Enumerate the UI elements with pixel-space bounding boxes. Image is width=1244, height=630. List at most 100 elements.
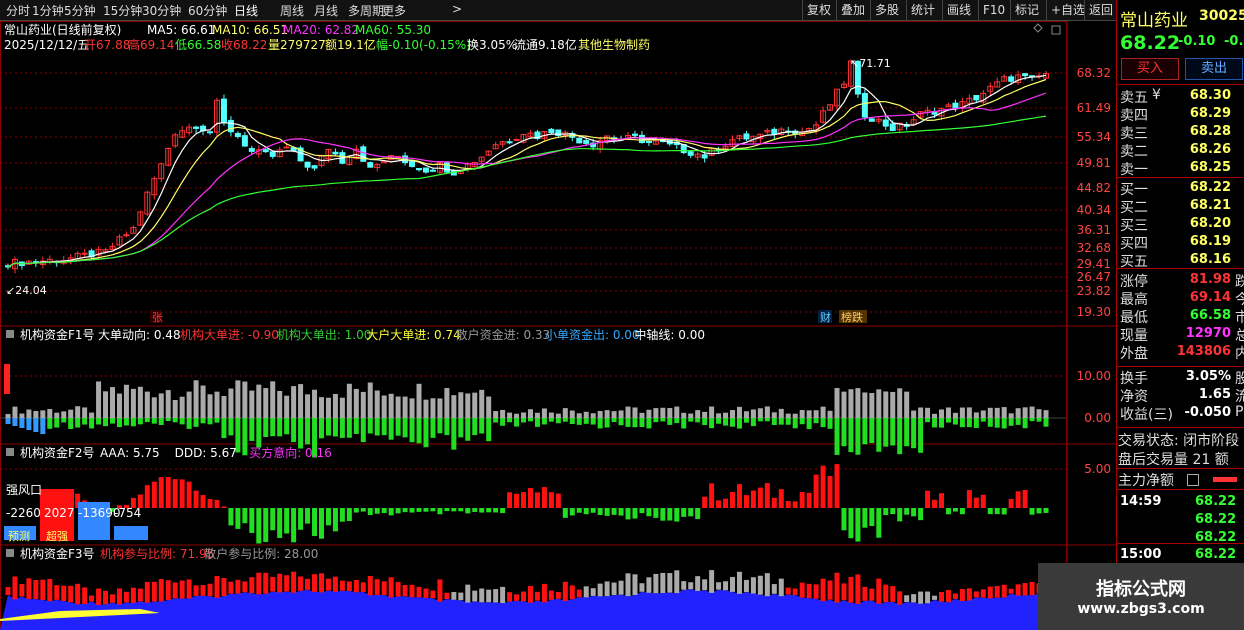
- f1-green-bar: [325, 418, 331, 436]
- toolbar-button-3[interactable]: 统计: [906, 0, 943, 20]
- f2-bar: [228, 508, 234, 526]
- f1-green-bar: [249, 418, 255, 441]
- yen-icon: ¥: [1152, 87, 1161, 103]
- flow-bar-icon: [1213, 477, 1237, 482]
- f1-grey-bar: [932, 413, 938, 418]
- f1-green-bar: [116, 418, 122, 428]
- stat-3-label: 现量: [1120, 328, 1148, 344]
- f3-bar: [918, 591, 924, 604]
- f2-bar: [444, 508, 450, 512]
- toolbar-button-2[interactable]: 多股: [870, 0, 907, 20]
- f1-green-bar: [89, 418, 95, 429]
- f3-bar: [1029, 581, 1035, 596]
- toolbar-button-5[interactable]: F10: [978, 0, 1011, 20]
- candle-body: [409, 160, 416, 167]
- f3-bar: [750, 577, 756, 594]
- f2-bar: [562, 508, 568, 518]
- period-tab-1[interactable]: 1分钟: [32, 2, 64, 19]
- f3-bar: [820, 578, 826, 602]
- f3-bar: [54, 585, 60, 600]
- collapse-icon: [6, 549, 14, 557]
- f1-grey-bar: [214, 391, 220, 418]
- buy-level-4-value: 68.16: [1189, 252, 1231, 267]
- period-tab-8[interactable]: 月线: [314, 2, 338, 19]
- f3-bar: [109, 594, 115, 603]
- toolbar-button-0[interactable]: 复权: [802, 0, 837, 20]
- period-tab-6[interactable]: 日线: [234, 2, 258, 19]
- f1-green-bar: [639, 418, 645, 428]
- f3-bar: [555, 591, 561, 599]
- f3-bar: [82, 587, 88, 604]
- f1-grey-bar: [555, 413, 561, 418]
- more-arrow-icon[interactable]: >: [452, 2, 462, 16]
- toolbar-button-4[interactable]: 画线: [942, 0, 979, 20]
- f1-green-bar: [144, 418, 150, 423]
- f1-grey-bar: [827, 410, 833, 418]
- f1-grey-bar: [228, 388, 234, 418]
- period-tab-9[interactable]: 多周期: [348, 2, 384, 19]
- candle-body: [513, 138, 520, 141]
- f1-grey-bar: [973, 412, 979, 418]
- f3-bar: [925, 591, 931, 604]
- f3-bar: [451, 592, 457, 600]
- legend-value-0: -2260: [6, 506, 41, 520]
- f3-bar: [583, 586, 589, 598]
- period-tab-2[interactable]: 5分钟: [64, 2, 96, 19]
- f3-bar: [813, 584, 819, 599]
- period-tab-3[interactable]: 15分钟: [103, 2, 142, 19]
- toggle-icon[interactable]: [1187, 474, 1199, 486]
- f1-grey-bar: [263, 388, 269, 418]
- sell-button[interactable]: 卖出: [1185, 58, 1243, 80]
- f3-bar: [688, 582, 694, 590]
- f1-green-bar: [214, 418, 220, 423]
- period-tab-4[interactable]: 30分钟: [142, 2, 181, 19]
- f1-green-bar: [723, 418, 729, 426]
- f3-bar: [806, 583, 812, 599]
- toolbar-button-7[interactable]: +自选: [1046, 0, 1085, 20]
- f1-grey-bar: [75, 406, 81, 418]
- f3-bar: [716, 582, 722, 590]
- f2-bar: [207, 498, 213, 508]
- candle-body: [123, 234, 130, 237]
- buy-button[interactable]: 买入: [1121, 58, 1179, 80]
- f3-bar: [353, 579, 359, 593]
- f2-bar: [911, 508, 917, 517]
- f1-grey-bar: [966, 407, 972, 418]
- period-tab-5[interactable]: 60分钟: [188, 2, 227, 19]
- f1-green-bar: [493, 418, 499, 423]
- f2-bar: [249, 508, 255, 533]
- f2-bar: [242, 508, 248, 524]
- f1-grey-bar: [1015, 408, 1021, 418]
- sell-level-3-label: 卖二: [1120, 144, 1148, 160]
- period-tab-0[interactable]: 分时: [6, 2, 30, 19]
- info-open: 开67.88: [84, 38, 130, 52]
- f3-bar: [500, 586, 506, 604]
- stat-0-label: 涨停: [1120, 274, 1148, 290]
- f2-bar: [583, 508, 589, 515]
- indicator-title: 机构资金F1号: [20, 327, 95, 342]
- f1-blue-bar: [12, 418, 18, 426]
- collapse-icon: [6, 330, 14, 338]
- toolbar-button-6[interactable]: 标记: [1010, 0, 1047, 20]
- f1-grey-bar: [367, 382, 373, 418]
- f1-grey-bar: [527, 409, 533, 418]
- f1-grey-bar: [736, 406, 742, 418]
- f1-green-bar: [945, 418, 951, 423]
- f2-bar: [402, 508, 408, 513]
- f2-bar: [172, 479, 178, 508]
- kline-chart-area[interactable]: 68.32 61.49 55.34 49.81 44.82 40.34 36.31 32.68…: [0, 21, 1116, 630]
- f1-grey-bar: [597, 410, 603, 418]
- f1-grey-bar: [869, 392, 875, 418]
- f3-bar: [26, 578, 32, 600]
- period-tab-7[interactable]: 周线: [280, 2, 304, 19]
- period-tab-10[interactable]: 更多: [382, 2, 406, 19]
- toolbar-button-8[interactable]: 返回: [1084, 0, 1119, 20]
- info-low: 低66.58: [175, 38, 221, 52]
- divider: [1117, 366, 1244, 367]
- f3-bar: [548, 590, 554, 600]
- f3-bar: [479, 588, 485, 603]
- f3-bar: [381, 581, 387, 595]
- f1-green-bar: [799, 418, 805, 425]
- candle-body: [304, 161, 311, 168]
- toolbar-button-1[interactable]: 叠加: [836, 0, 871, 20]
